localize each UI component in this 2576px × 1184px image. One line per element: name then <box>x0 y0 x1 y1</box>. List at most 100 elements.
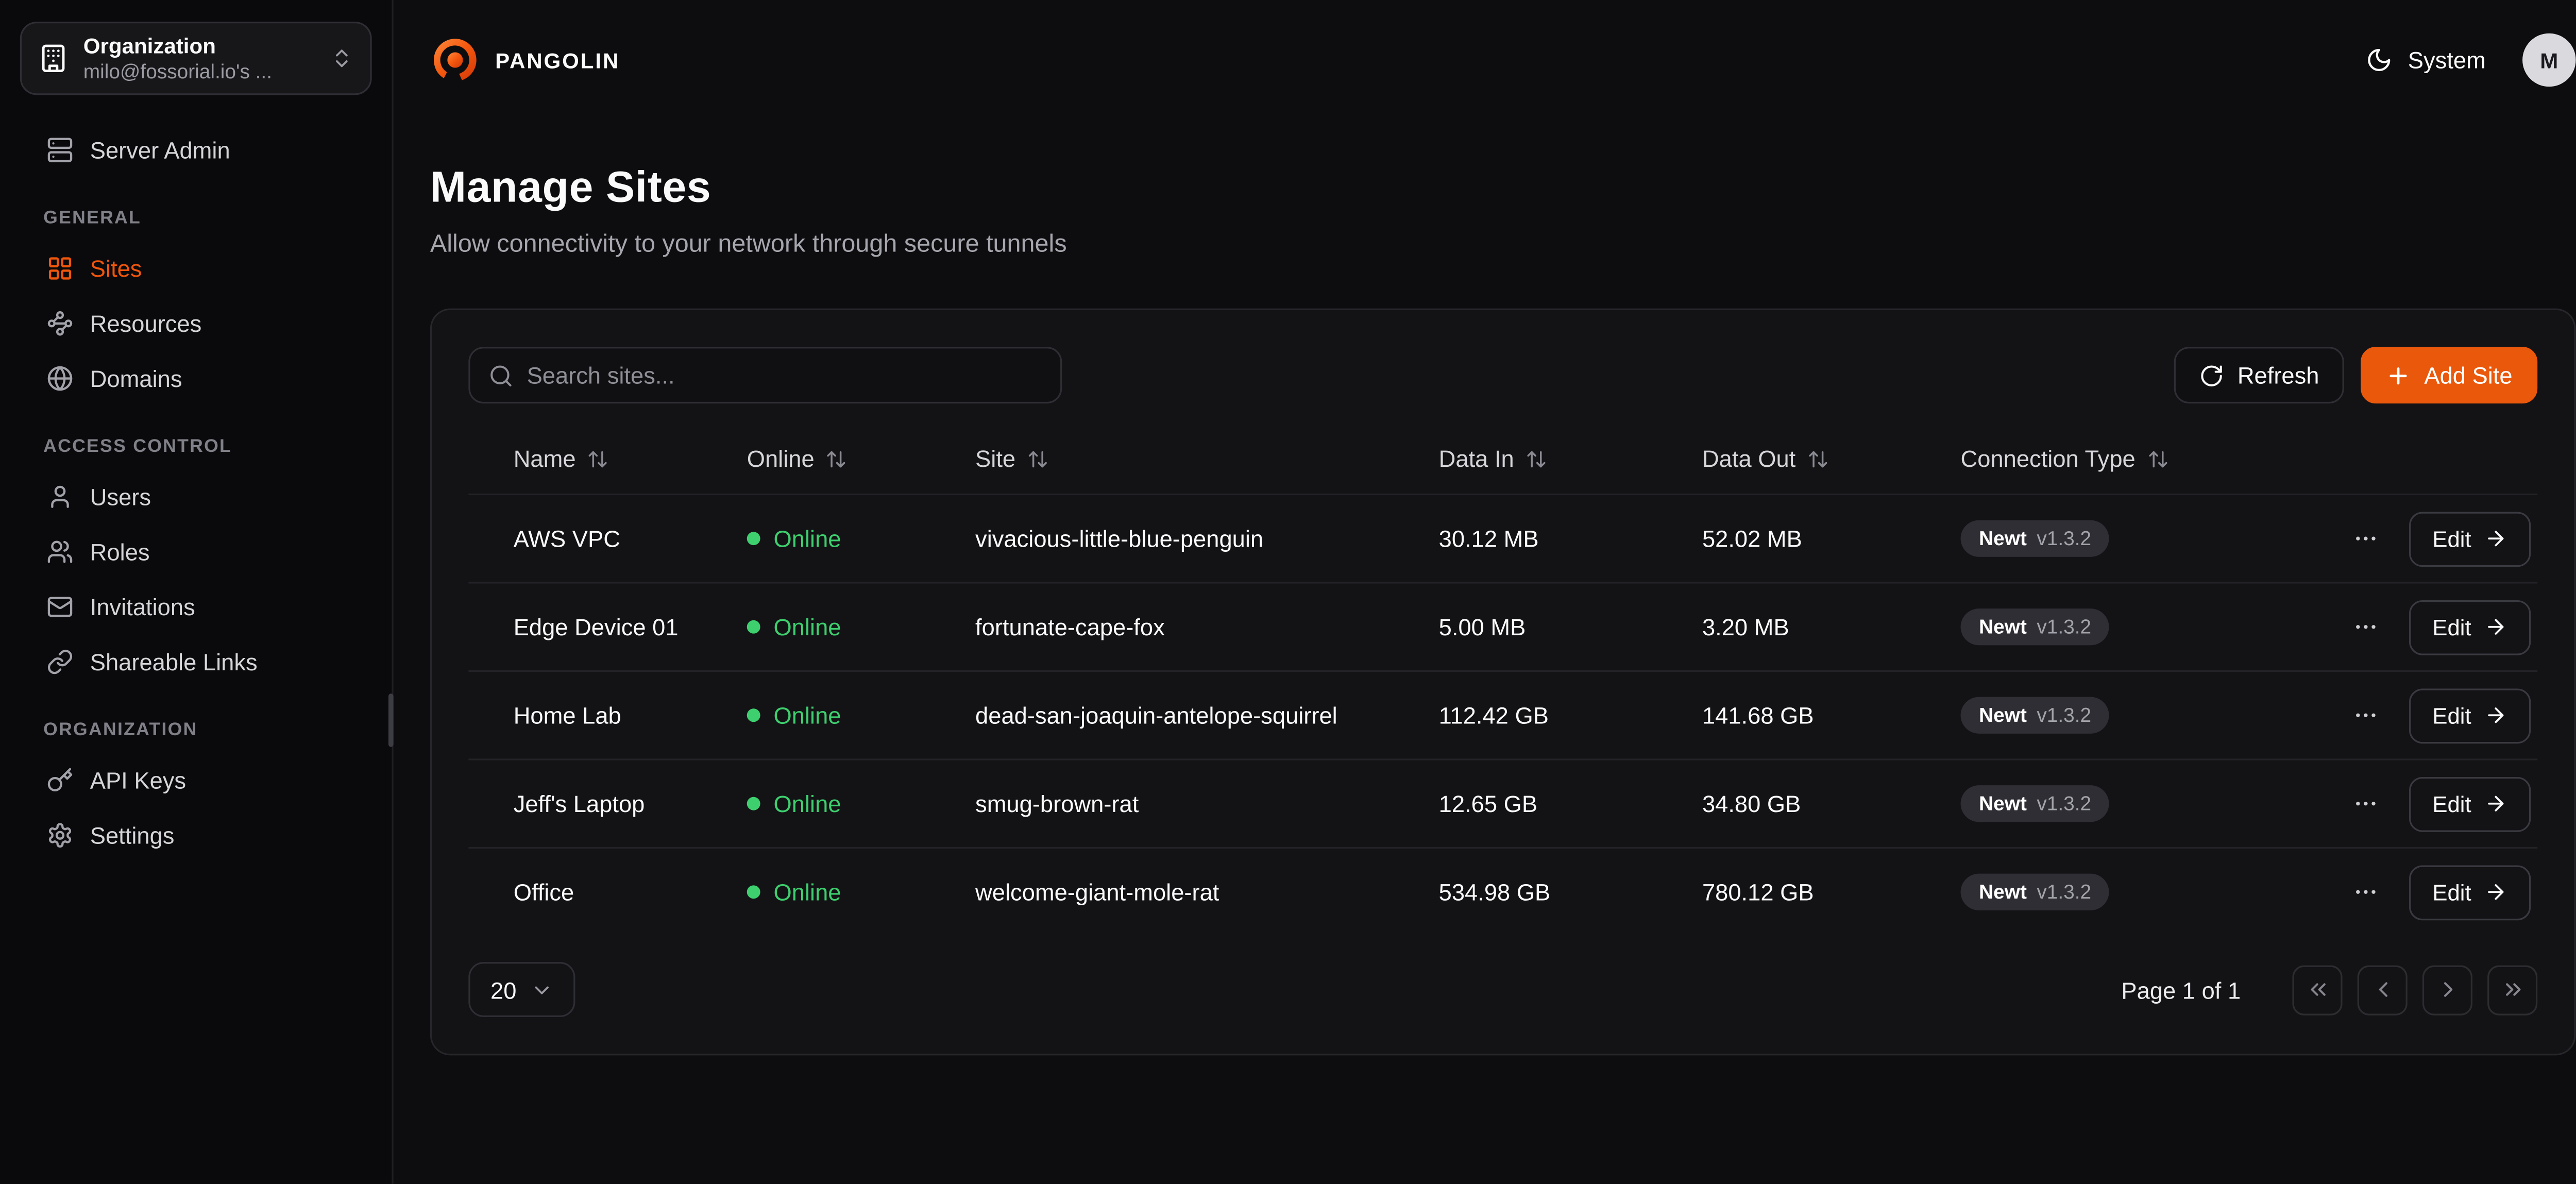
topbar: PANGOLIN System M <box>430 0 2576 120</box>
refresh-icon <box>2199 363 2224 388</box>
server-icon <box>47 136 74 163</box>
sidebar-item-label: Resources <box>90 309 202 336</box>
edit-button[interactable]: Edit <box>2409 599 2531 654</box>
row-menu-button[interactable] <box>2343 869 2389 916</box>
sites-card: Refresh Add Site Name <box>430 309 2576 1056</box>
column-header-data-in[interactable]: Data In <box>1439 445 1702 472</box>
column-label: Data Out <box>1702 445 1795 472</box>
client-version: v1.3.2 <box>2037 704 2091 727</box>
connection-type-cell: Newtv1.3.2 <box>1961 785 2343 822</box>
column-label: Site <box>975 445 1015 472</box>
row-actions: Edit <box>2343 511 2532 566</box>
sidebar-item-shareable-links[interactable]: Shareable Links <box>20 634 372 689</box>
edit-label: Edit <box>2432 879 2471 905</box>
page-size-select[interactable]: 20 <box>468 962 575 1017</box>
connection-type-cell: Newtv1.3.2 <box>1961 608 2343 645</box>
building-icon <box>38 43 68 73</box>
edit-button[interactable]: Edit <box>2409 776 2531 831</box>
edit-button[interactable]: Edit <box>2409 688 2531 743</box>
column-label: Data In <box>1439 445 1514 472</box>
column-header-connection-type[interactable]: Connection Type <box>1961 445 2343 472</box>
client-version: v1.3.2 <box>2037 527 2091 550</box>
section-heading-organization: ORGANIZATION <box>20 720 372 740</box>
add-site-label: Add Site <box>2424 362 2512 388</box>
table-row: Home Lab Online dead-san-joaquin-antelop… <box>468 670 2537 759</box>
refresh-button[interactable]: Refresh <box>2174 347 2344 403</box>
first-page-button[interactable] <box>2293 965 2343 1014</box>
site-name: Edge Device 01 <box>514 614 747 640</box>
row-menu-button[interactable] <box>2343 603 2389 650</box>
users-icon <box>47 538 74 565</box>
next-page-button[interactable] <box>2422 965 2472 1014</box>
page-title: Manage Sites <box>430 162 2576 213</box>
sidebar-item-users[interactable]: Users <box>20 468 372 523</box>
arrow-right-icon <box>2484 792 2507 815</box>
column-header-site[interactable]: Site <box>975 445 1439 472</box>
add-site-button[interactable]: Add Site <box>2361 347 2537 403</box>
connection-type-badge: Newt v1.3.2 <box>1961 520 2110 557</box>
prev-page-icon <box>2370 977 2395 1002</box>
column-header-name[interactable]: Name <box>514 445 747 472</box>
sidebar-item-api-keys[interactable]: API Keys <box>20 752 372 807</box>
online-status-label: Online <box>774 702 841 729</box>
sidebar-item-label: Invitations <box>90 593 195 619</box>
last-page-button[interactable] <box>2487 965 2537 1014</box>
main-content: PANGOLIN System M Manage Sites Allow con… <box>394 0 2576 1184</box>
org-selector[interactable]: Organization milo@fossorial.io's ... <box>20 22 372 95</box>
online-status-label: Online <box>774 878 841 905</box>
sidebar-item-settings[interactable]: Settings <box>20 807 372 862</box>
data-in-value: 534.98 GB <box>1439 878 1702 905</box>
connection-type-cell: Newtv1.3.2 <box>1961 697 2343 734</box>
site-slug: fortunate-cape-fox <box>975 614 1439 640</box>
section-heading-general: GENERAL <box>20 209 372 229</box>
theme-toggle[interactable]: System <box>2366 47 2486 74</box>
sidebar-item-server-admin[interactable]: Server Admin <box>20 122 372 177</box>
prev-page-button[interactable] <box>2358 965 2408 1014</box>
sidebar-item-resources[interactable]: Resources <box>20 295 372 350</box>
search-box <box>468 347 1062 403</box>
sidebar-item-domains[interactable]: Domains <box>20 350 372 405</box>
site-slug: vivacious-little-blue-penguin <box>975 525 1439 552</box>
client-version: v1.3.2 <box>2037 881 2091 904</box>
column-header-online[interactable]: Online <box>747 445 975 472</box>
brand[interactable]: PANGOLIN <box>430 35 620 85</box>
sort-icon <box>1807 448 1829 469</box>
row-menu-button[interactable] <box>2343 780 2389 827</box>
mail-icon <box>47 593 74 619</box>
sidebar-item-sites[interactable]: Sites <box>20 240 372 295</box>
org-selector-label: Organization <box>83 33 315 59</box>
column-header-data-out[interactable]: Data Out <box>1702 445 1961 472</box>
data-in-value: 112.42 GB <box>1439 702 1702 729</box>
online-status-dot <box>747 532 760 545</box>
arrow-right-icon <box>2484 615 2507 638</box>
client-name: Newt <box>1979 527 2027 550</box>
edit-button[interactable]: Edit <box>2409 511 2531 566</box>
org-selector-text: Organization milo@fossorial.io's ... <box>83 33 315 83</box>
ellipsis-icon <box>2352 790 2379 817</box>
column-label: Online <box>747 445 815 472</box>
pangolin-logo <box>430 35 480 85</box>
avatar[interactable]: M <box>2522 33 2576 87</box>
arrow-right-icon <box>2484 704 2507 727</box>
site-name: AWS VPC <box>514 525 747 552</box>
row-menu-button[interactable] <box>2343 692 2389 739</box>
sidebar-item-label: Sites <box>90 254 142 281</box>
grid-icon <box>47 254 74 281</box>
online-status-label: Online <box>774 790 841 817</box>
topbar-right: System M <box>2366 33 2576 87</box>
online-status-dot <box>747 885 760 899</box>
plus-icon <box>2386 363 2411 388</box>
sidebar-item-invitations[interactable]: Invitations <box>20 579 372 634</box>
edit-button[interactable]: Edit <box>2409 865 2531 920</box>
first-page-icon <box>2305 977 2330 1002</box>
row-menu-button[interactable] <box>2343 515 2389 562</box>
sidebar-nav: Server Admin GENERAL Sites Resources <box>20 122 372 862</box>
online-status: Online <box>747 525 975 552</box>
sidebar-item-roles[interactable]: Roles <box>20 523 372 579</box>
sidebar-scrollbar-thumb[interactable] <box>388 694 394 747</box>
data-in-value: 30.12 MB <box>1439 525 1702 552</box>
next-page-icon <box>2435 977 2460 1002</box>
table-header-row: Name Online Site Data In <box>468 424 2537 494</box>
data-in-value: 12.65 GB <box>1439 790 1702 817</box>
search-input[interactable] <box>527 362 1042 388</box>
